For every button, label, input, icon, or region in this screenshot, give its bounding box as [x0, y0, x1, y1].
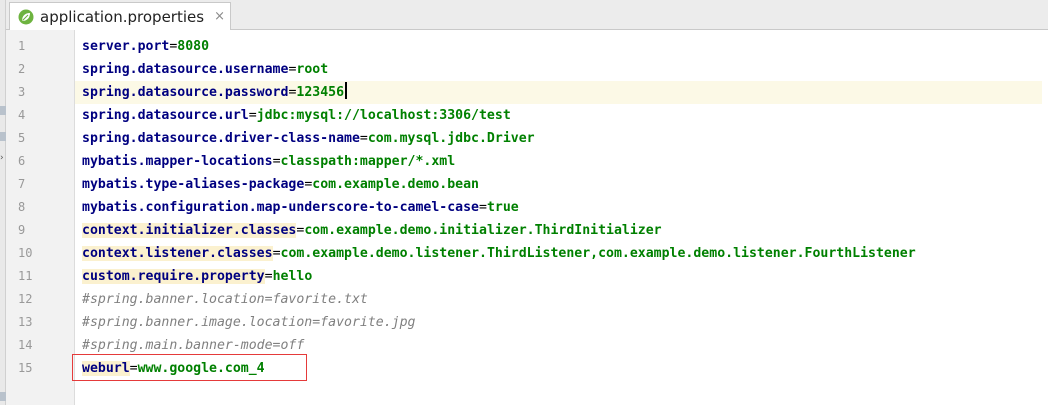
property-value: 8080: [177, 39, 210, 54]
code-line[interactable]: 6 mybatis.mapper-locations=classpath:mapp…: [0, 150, 1042, 173]
line-number: 4: [18, 108, 26, 122]
code-line[interactable]: 10 context.listener.classes=com.example.d…: [0, 242, 1042, 265]
line-code[interactable]: context.listener.classes=com.example.dem…: [82, 242, 916, 265]
property-key: spring.datasource.url: [82, 108, 249, 123]
property-value: com.mysql.jdbc.Driver: [367, 131, 535, 146]
code-line[interactable]: 5 spring.datasource.driver-class-name=com…: [0, 127, 1042, 150]
property-key: spring.datasource.driver-class-name: [82, 131, 360, 146]
line-code[interactable]: mybatis.mapper-locations=classpath:mappe…: [82, 150, 455, 173]
line-code[interactable]: weburl=www.google.com_4: [82, 357, 265, 380]
line-background: [75, 35, 1042, 58]
code-line[interactable]: 11 custom.require.property=hello: [0, 265, 1042, 288]
property-value: com.example.demo.initializer.ThirdInitia…: [304, 223, 662, 238]
property-value: true: [486, 200, 519, 215]
line-code[interactable]: #spring.banner.image.location=favorite.j…: [82, 311, 415, 334]
text-caret: [345, 82, 348, 99]
line-code[interactable]: context.initializer.classes=com.example.…: [82, 219, 662, 242]
property-key: weburl: [82, 361, 130, 376]
equals-sign: =: [248, 108, 257, 123]
code-line[interactable]: 4 spring.datasource.url=jdbc:mysql://loca…: [0, 104, 1042, 127]
close-tab-icon[interactable]: ×: [214, 9, 225, 24]
line-code[interactable]: spring.datasource.password=123456: [82, 81, 348, 104]
property-key: server.port: [82, 39, 170, 54]
line-number: 11: [18, 269, 33, 283]
code-line[interactable]: 7 mybatis.type-aliases-package=com.exampl…: [0, 173, 1042, 196]
code-line[interactable]: 14 #spring.main.banner-mode=off: [0, 334, 1042, 357]
equals-sign: =: [129, 361, 138, 376]
line-number: 13: [18, 315, 33, 329]
property-value: classpath:mapper/*.xml: [280, 154, 456, 169]
property-value: 123456: [296, 85, 345, 100]
code-line[interactable]: 9 context.initializer.classes=com.example…: [0, 219, 1042, 242]
property-value: www.google.com_4: [137, 361, 265, 376]
line-code[interactable]: custom.require.property=hello: [82, 265, 312, 288]
property-key: context.initializer.classes: [82, 223, 297, 238]
equals-sign: =: [272, 246, 281, 261]
equals-sign: =: [264, 269, 273, 284]
line-code[interactable]: mybatis.type-aliases-package=com.example…: [82, 173, 479, 196]
line-number: 9: [18, 223, 26, 237]
comment-text: #spring.main.banner-mode=off: [82, 338, 305, 353]
property-key: custom.require.property: [82, 269, 265, 284]
code-line[interactable]: 8 mybatis.configuration.map-underscore-to…: [0, 196, 1042, 219]
line-number: 8: [18, 200, 26, 214]
line-number: 14: [18, 338, 33, 352]
line-number: 3: [18, 85, 26, 99]
comment-text: #spring.banner.image.location=favorite.j…: [82, 315, 416, 330]
line-code[interactable]: spring.datasource.username=root: [82, 58, 328, 81]
code-line[interactable]: 13 #spring.banner.image.location=favorite…: [0, 311, 1042, 334]
property-key: mybatis.mapper-locations: [82, 154, 273, 169]
equals-sign: =: [478, 200, 487, 215]
line-number: 15: [18, 361, 33, 375]
code-line[interactable]: 15 weburl=www.google.com_4: [0, 357, 1042, 380]
tab-application-properties[interactable]: application.properties ×: [9, 2, 231, 30]
code-line[interactable]: 1 server.port=8080: [0, 35, 1042, 58]
property-value: jdbc:mysql://localhost:3306/test: [256, 108, 511, 123]
property-value: com.example.demo.listener.ThirdListener,…: [280, 246, 916, 261]
line-number: 1: [18, 39, 26, 53]
line-number: 5: [18, 131, 26, 145]
editor-tab-bar: application.properties ×: [6, 0, 1048, 30]
equals-sign: =: [272, 154, 281, 169]
comment-text: #spring.banner.location=favorite.txt: [82, 292, 368, 307]
code-line[interactable]: 2 spring.datasource.username=root: [0, 58, 1042, 81]
line-number: 12: [18, 292, 33, 306]
line-code[interactable]: spring.datasource.driver-class-name=com.…: [82, 127, 535, 150]
line-code[interactable]: #spring.main.banner-mode=off: [82, 334, 304, 357]
line-number: 6: [18, 154, 26, 168]
line-number: 2: [18, 62, 26, 76]
property-value: hello: [272, 269, 313, 284]
line-code[interactable]: spring.datasource.url=jdbc:mysql://local…: [82, 104, 511, 127]
equals-sign: =: [359, 131, 368, 146]
property-key: context.listener.classes: [82, 246, 273, 261]
code-line[interactable]: 12 #spring.banner.location=favorite.txt: [0, 288, 1042, 311]
tab-title: application.properties: [40, 7, 205, 26]
property-value: root: [296, 62, 329, 77]
property-key: spring.datasource.password: [82, 85, 289, 100]
property-value: com.example.demo.bean: [312, 177, 479, 192]
code-line[interactable]: 3 spring.datasource.password=123456: [0, 81, 1042, 104]
line-code[interactable]: mybatis.configuration.map-underscore-to-…: [82, 196, 519, 219]
line-code[interactable]: #spring.banner.location=favorite.txt: [82, 288, 368, 311]
line-number: 10: [18, 246, 33, 260]
line-number: 7: [18, 177, 26, 191]
line-code[interactable]: server.port=8080: [82, 35, 209, 58]
property-key: spring.datasource.username: [82, 62, 289, 77]
spring-leaf-icon: [18, 9, 34, 24]
property-key: mybatis.configuration.map-underscore-to-…: [82, 200, 479, 215]
property-key: mybatis.type-aliases-package: [82, 177, 305, 192]
